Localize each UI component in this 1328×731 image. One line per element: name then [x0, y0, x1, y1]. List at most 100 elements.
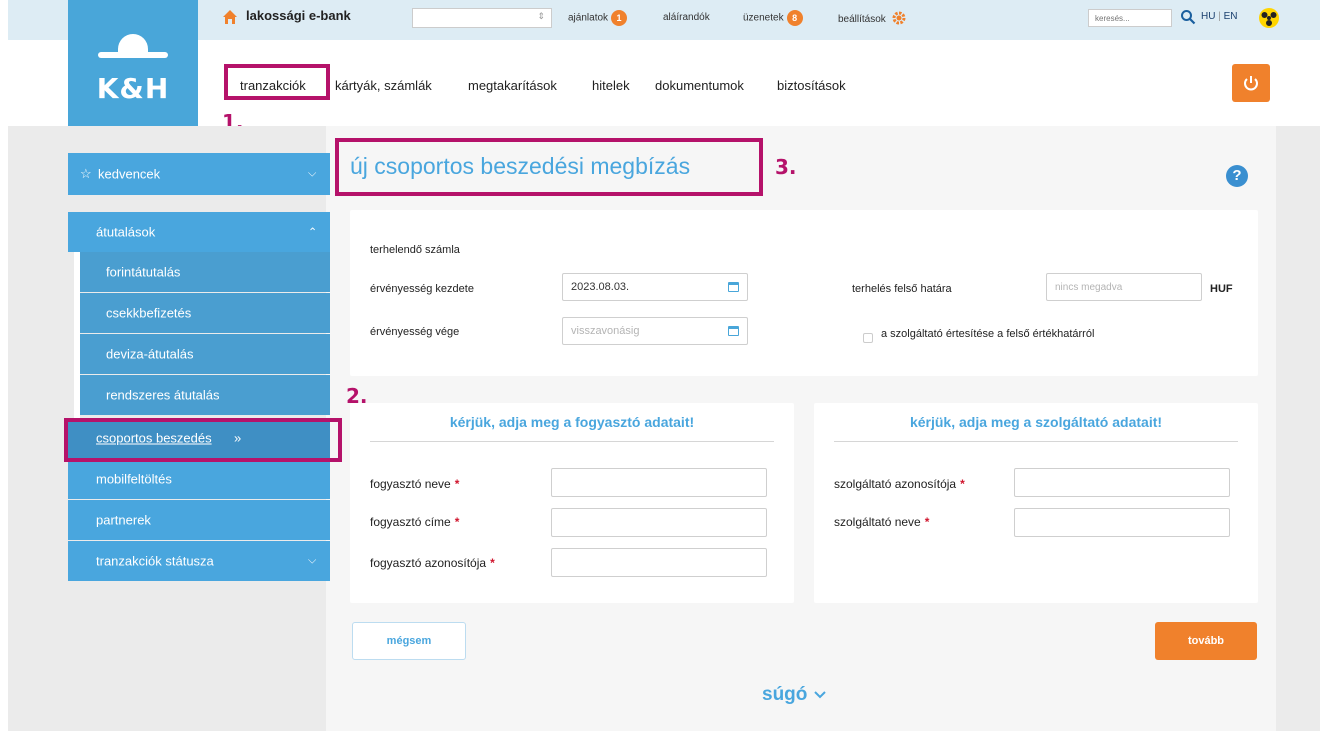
consumer-panel-title: kérjük, adja meg a fogyasztó adatait!	[449, 414, 695, 430]
language-switch: HU | EN	[1201, 11, 1238, 22]
provider-name-input[interactable]	[1014, 508, 1230, 537]
kh-logo[interactable]: K&H	[68, 0, 198, 132]
sidebar-item-label: tranzakciók státusza	[96, 553, 214, 569]
valid-to-label: érvényesség vége	[370, 326, 460, 338]
valid-to-placeholder: visszavonásig	[571, 325, 640, 337]
valid-from-field[interactable]: 2023.08.03.	[562, 273, 748, 301]
accessibility-icon[interactable]	[1258, 7, 1280, 29]
valid-from-value: 2023.08.03.	[571, 281, 630, 293]
messages-label: üzenetek	[743, 12, 784, 24]
required-mark: *	[490, 556, 495, 570]
limit-field[interactable]: nincs megadva	[1046, 273, 1202, 301]
consumer-name-input[interactable]	[551, 468, 767, 497]
highlight-box-menu	[224, 64, 330, 100]
menu-item-cards-accounts[interactable]: kártyák, számlák	[335, 78, 432, 93]
limit-placeholder: nincs megadva	[1055, 281, 1123, 293]
provider-name-label: szolgáltató neve *	[834, 515, 929, 529]
valid-to-field[interactable]: visszavonásig	[562, 317, 748, 345]
provider-id-text: szolgáltató azonosítója	[834, 477, 957, 491]
messages-link[interactable]: üzenetek 8	[743, 10, 803, 26]
sidebar-item-label: csekkbefizetés	[106, 305, 192, 321]
limit-label: terhelés felső határa	[852, 283, 952, 295]
cancel-button[interactable]: mégsem	[352, 622, 466, 660]
required-mark: *	[454, 515, 460, 529]
provider-id-label: szolgáltató azonosítója *	[834, 477, 965, 491]
offers-badge: 1	[611, 10, 628, 26]
provider-panel-title: kérjük, adja meg a szolgáltató adatait!	[909, 414, 1163, 430]
sidebar-transfers[interactable]: átutalások ⌃	[68, 212, 330, 252]
page-title: új csoportos beszedési megbízás	[350, 153, 691, 179]
consumer-id-input[interactable]	[551, 548, 767, 577]
messages-badge: 8	[786, 10, 803, 26]
highlight-box-sidebar	[64, 418, 342, 462]
provider-id-input[interactable]	[1014, 468, 1230, 497]
sidebar-item-huf-transfer[interactable]: forintátutalás	[80, 252, 330, 292]
provider-panel	[814, 403, 1258, 603]
consumer-address-input[interactable]	[551, 508, 767, 537]
sidebar-item-tx-status[interactable]: tranzakciók státusza ⌵	[68, 541, 330, 581]
valid-from-label: érvényesség kezdete	[370, 283, 474, 295]
sidebar-favorites[interactable]: ☆ kedvencek ⌵	[68, 153, 330, 195]
logo-figure-bar	[98, 52, 168, 58]
help-toggle-label: súgó	[762, 684, 808, 706]
consumer-address-label: fogyasztó címe *	[370, 515, 459, 529]
consumer-name-text: fogyasztó neve	[370, 477, 451, 491]
home-icon[interactable]	[222, 9, 238, 25]
help-icon[interactable]: ?	[1226, 165, 1248, 187]
sidebar-item-label: rendszeres átutalás	[106, 387, 220, 403]
notify-checkbox[interactable]	[863, 333, 873, 343]
chevron-down-icon: ⌵	[308, 167, 317, 180]
sidebar-item-label: mobilfeltöltés	[96, 471, 172, 487]
gear-icon	[891, 10, 907, 29]
sidebar-item-label: forintátutalás	[106, 264, 181, 280]
sidebar-item-fx-transfer[interactable]: deviza-átutalás	[80, 334, 330, 374]
required-mark: *	[960, 477, 965, 491]
sidebar-item-cheque-payment[interactable]: csekkbefizetés	[80, 293, 330, 333]
required-mark: *	[924, 515, 930, 529]
chevron-down-icon	[813, 684, 827, 706]
provider-panel-divider	[834, 441, 1238, 442]
sidebar-item-standing-order[interactable]: rendszeres átutalás	[80, 375, 330, 415]
calendar-icon[interactable]	[728, 326, 739, 336]
menu-item-savings[interactable]: megtakarítások	[468, 78, 557, 93]
consumer-id-text: fogyasztó azonosítója	[370, 556, 487, 570]
sidebar-favorites-label: kedvencek	[98, 166, 161, 182]
consumer-address-text: fogyasztó címe	[370, 515, 451, 529]
logout-button[interactable]	[1232, 64, 1270, 102]
consumer-id-label: fogyasztó azonosítója *	[370, 556, 495, 570]
select-arrows-icon: ⇕	[537, 11, 545, 21]
offers-link[interactable]: ajánlatok 1	[568, 10, 628, 26]
settings-label: beállítások	[838, 14, 886, 26]
settings-link[interactable]: beállítások	[838, 10, 907, 29]
chevron-down-icon: ⌵	[308, 554, 317, 567]
offers-label: ajánlatok	[568, 12, 609, 24]
account-select[interactable]: ⇕	[412, 8, 552, 28]
lang-en[interactable]: EN	[1224, 11, 1238, 22]
star-icon: ☆	[80, 166, 92, 181]
debit-account-label: terhelendő számla	[370, 244, 460, 256]
next-button[interactable]: tovább	[1155, 622, 1257, 660]
app-title: lakossági e-bank	[246, 8, 351, 23]
provider-name-text: szolgáltató neve	[834, 515, 921, 529]
menu-item-loans[interactable]: hitelek	[592, 78, 630, 93]
logo-text: K&H	[96, 72, 170, 105]
lang-hu[interactable]: HU	[1201, 11, 1215, 22]
to-sign-link[interactable]: aláírandók	[663, 12, 710, 23]
menu-item-insurance[interactable]: biztosítások	[777, 78, 846, 93]
help-icon-glyph: ?	[1232, 167, 1242, 184]
sidebar-item-label: deviza-átutalás	[106, 346, 194, 362]
currency-label: HUF	[1210, 283, 1233, 295]
consumer-panel-divider	[370, 441, 774, 442]
calendar-icon[interactable]	[728, 282, 739, 292]
help-toggle[interactable]: súgó	[762, 684, 827, 706]
search-icon[interactable]	[1180, 9, 1196, 25]
sidebar-item-label: partnerek	[96, 512, 151, 528]
power-icon	[1244, 76, 1258, 91]
chevron-up-icon: ⌃	[308, 226, 318, 239]
menu-item-documents[interactable]: dokumentumok	[655, 78, 744, 93]
search-input[interactable]	[1088, 9, 1172, 27]
sidebar-item-mobile-topup[interactable]: mobilfeltöltés	[68, 459, 330, 499]
consumer-name-label: fogyasztó neve *	[370, 477, 459, 491]
sidebar-item-partners[interactable]: partnerek	[68, 500, 330, 540]
notify-label: a szolgáltató értesítése a felső értékha…	[881, 328, 1095, 340]
